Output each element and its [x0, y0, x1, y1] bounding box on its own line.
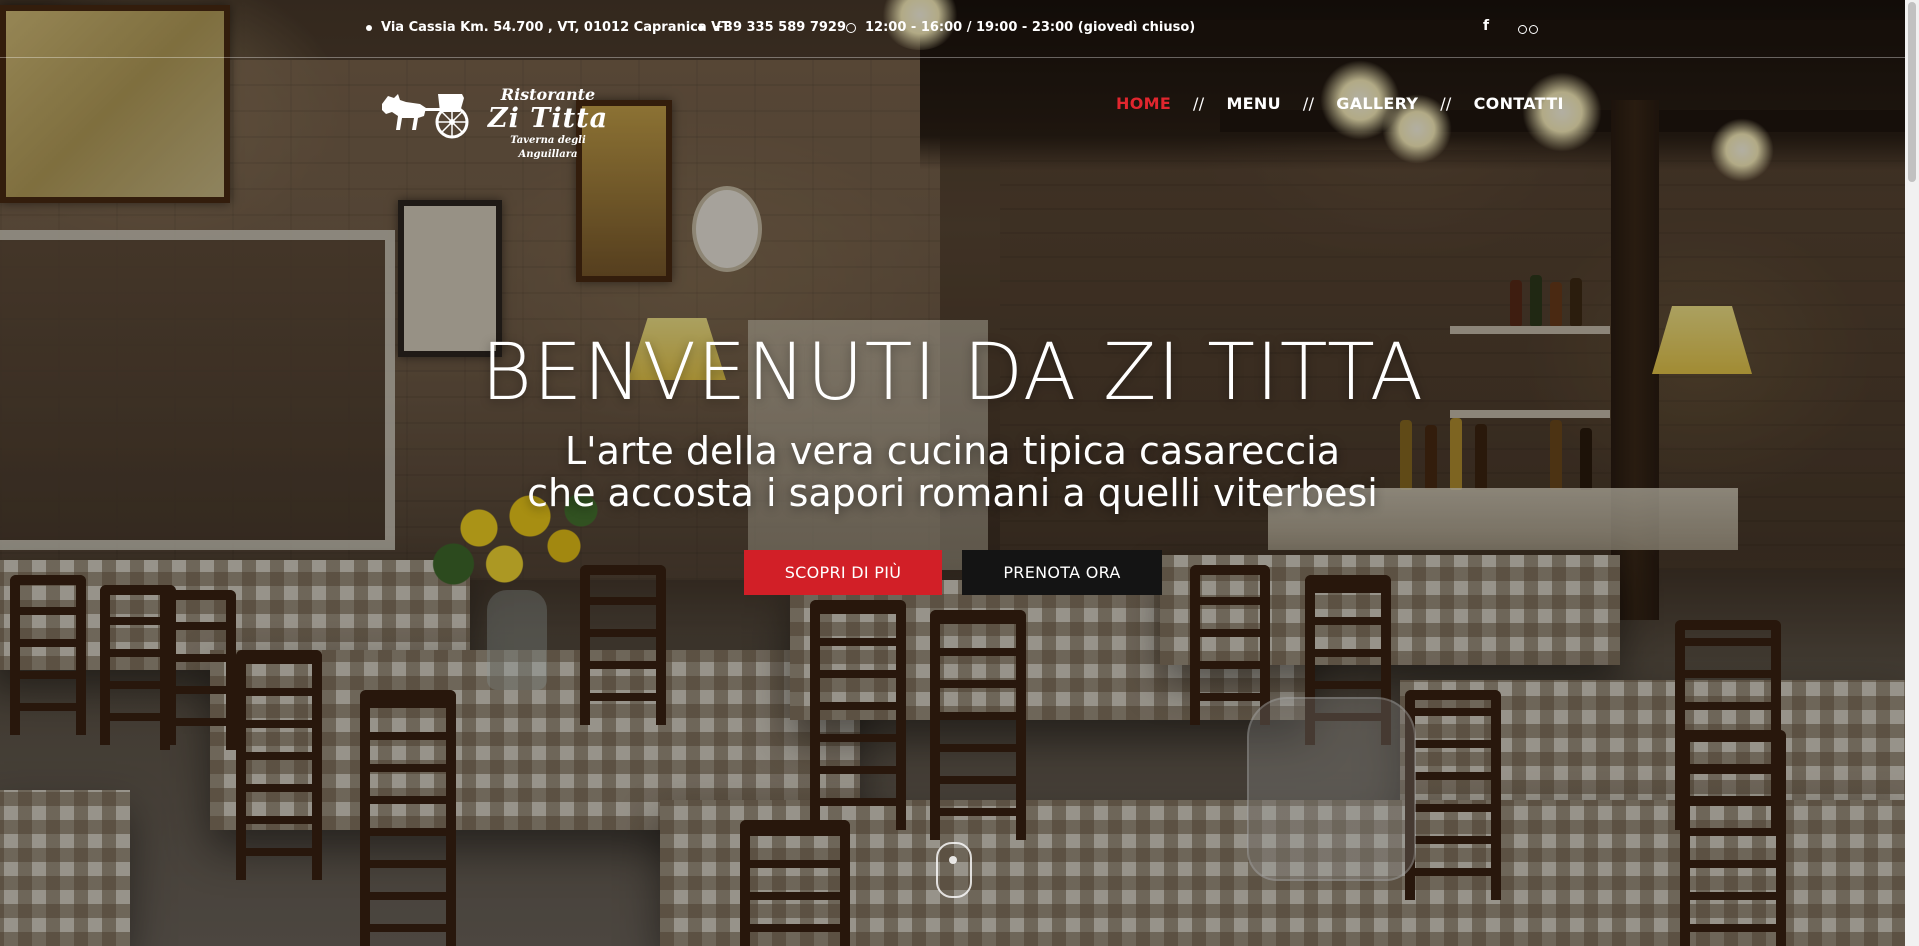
- discover-more-button[interactable]: SCOPRI DI PIÙ: [744, 550, 942, 595]
- logo-line-tagline: Taverna degli Anguillara: [510, 135, 586, 160]
- book-now-button[interactable]: PRENOTA ORA: [962, 550, 1162, 595]
- logo-line-ristorante: Ristorante: [500, 85, 596, 104]
- page-scrollbar[interactable]: [1905, 0, 1919, 946]
- nav-item-home[interactable]: HOME: [1116, 94, 1171, 113]
- horse-carriage-icon: [382, 94, 469, 139]
- main-nav: HOME // MENU // GALLERY // CONTATTI: [1116, 94, 1564, 113]
- logo[interactable]: Ristorante Zi Titta Taverna degli Anguil…: [376, 86, 612, 160]
- hero-subtitle-line-2: che accosta i sapori romani a quelli vit…: [527, 471, 1378, 515]
- hours-info: 12:00 - 16:00 / 19:00 - 23:00 (giovedì c…: [846, 20, 1195, 35]
- location-icon: [366, 24, 372, 31]
- facebook-link[interactable]: f: [1483, 18, 1489, 34]
- logo-line-name: Zi Titta: [487, 103, 609, 134]
- tripadvisor-link[interactable]: [1518, 22, 1538, 38]
- phone-text[interactable]: +39 335 589 7929: [713, 20, 846, 35]
- address-text: Via Cassia Km. 54.700 , VT, 01012 Capran…: [381, 20, 731, 35]
- nav-separator: //: [1302, 94, 1315, 113]
- logo-text: Ristorante Zi Titta Taverna degli Anguil…: [484, 86, 612, 162]
- nav-separator: //: [1193, 94, 1205, 113]
- facebook-icon[interactable]: f: [1483, 18, 1489, 34]
- clock-icon: [846, 22, 856, 33]
- hours-text: 12:00 - 16:00 / 19:00 - 23:00 (giovedì c…: [865, 20, 1196, 35]
- hero-title: BENVENUTI DA ZI TITTA: [480, 328, 1425, 418]
- address-info: Via Cassia Km. 54.700 , VT, 01012 Capran…: [366, 20, 730, 35]
- nav-separator: //: [1440, 94, 1452, 113]
- page: Via Cassia Km. 54.700 , VT, 01012 Capran…: [0, 0, 1905, 946]
- hero-subtitle: L'arte della vera cucina tipica casarecc…: [0, 430, 1905, 514]
- phone-icon: [698, 24, 704, 31]
- top-info-bar: Via Cassia Km. 54.700 , VT, 01012 Capran…: [0, 0, 1905, 58]
- hero-subtitle-line-1: L'arte della vera cucina tipica casarecc…: [564, 429, 1341, 473]
- tripadvisor-icon[interactable]: [1518, 25, 1538, 34]
- nav-item-menu[interactable]: MENU: [1226, 94, 1280, 113]
- phone-info[interactable]: +39 335 589 7929: [698, 20, 846, 35]
- scroll-down-indicator[interactable]: [936, 842, 972, 898]
- scroll-dot-icon: [949, 856, 957, 864]
- nav-item-gallery[interactable]: GALLERY: [1336, 94, 1418, 113]
- scrollbar-thumb[interactable]: [1908, 2, 1916, 182]
- nav-item-contatti[interactable]: CONTATTI: [1474, 94, 1564, 113]
